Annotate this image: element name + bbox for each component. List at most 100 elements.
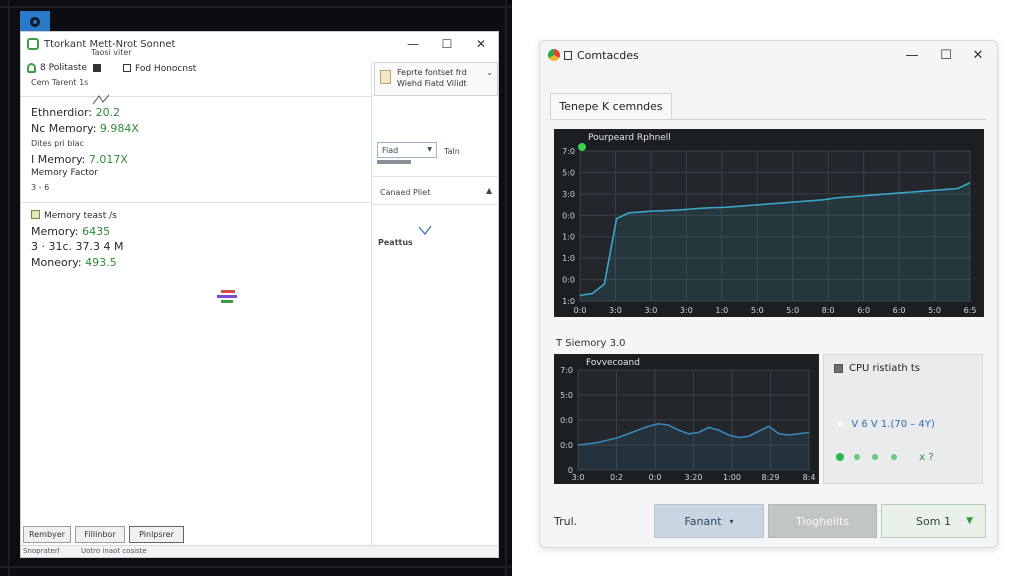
y-tick-label: 0:0 [560,441,573,450]
cpu-icon [834,364,843,373]
stat-row: Nc Memory: 9.984X [31,122,139,135]
close-button[interactable]: ✕ [464,32,498,56]
caret-down-icon: ▼ [427,146,432,153]
status-left: Snopraterl [23,547,60,555]
y-tick-label: 0:0 [560,416,573,425]
minimize-button[interactable]: — [895,43,929,67]
chart-icon [31,210,40,219]
stat-row: Ethnerdior: 20.2 [31,106,121,119]
status-right: Uotro inaot cosiste [81,547,147,555]
x-tick-label: 5:0 [751,306,764,315]
panel-select[interactable]: Fiad ▼ [377,142,437,158]
status-dot-icon [853,454,860,460]
select-label: Taln [444,147,460,156]
color-bars-icon [217,290,237,303]
square-icon [93,64,101,72]
user-icon [27,63,36,73]
toolbar-item-profile[interactable]: 8 Politaste [27,63,101,73]
tab-commands[interactable]: Tenepe K cemndes [550,93,672,119]
maximize-button[interactable]: ☐ [929,43,963,67]
chevron-down-icon: ⌄ [486,68,493,77]
check-icon [418,225,432,235]
desktop-gridline [0,6,512,8]
x-tick-label: 8:4 [803,473,816,482]
cpu-panel-title: CPU ristiath ts [849,363,921,374]
x-tick-label: 3:0 [680,306,693,315]
secondary-line-chart: 7:05:00:00:003:0 0:2 0:0 3:20 1:00 8:29 8:4Fov… [554,354,819,484]
doc-line: Wiehd Fiatd Vilidt [397,79,467,88]
y-tick-label: 7:0 [560,366,573,375]
toolbar-item-honocnst[interactable]: Fod Honocnst [123,64,196,74]
y-tick-label: 1:0 [562,297,575,306]
left-window-subtitle: Taosi viter [91,48,132,57]
legend-dot [578,143,586,151]
status-dot-icon [836,453,844,461]
select-underline [377,160,411,164]
app-logo-icon [548,49,560,61]
x-tick-label: 3:0 [572,473,585,482]
right-window-titlebar[interactable]: Comtacdes — ☐ ✕ [540,41,997,69]
x-tick-label: 8:29 [762,473,780,482]
x-tick-label: 8:0 [822,306,835,315]
divider [21,96,371,97]
star-icon: ★ [836,419,845,430]
document-icon [380,70,391,84]
desktop-background: Ttorkant Mett-Nrot Sonnet Taosi viter — … [0,0,512,576]
memory-row: 3 · 31c. 37.3 4 M [31,240,124,253]
legend-label: Pourpeard Rphnell [588,133,671,143]
caret-down-icon: ▼ [966,516,973,526]
y-tick-label: 1:0 [562,254,575,263]
document-selector[interactable]: Feprte fontset frd Wiehd Fiatd Vilidt ⌄ [374,62,498,96]
divider [21,202,371,203]
desktop-gridline [8,0,10,576]
fanant-dropdown-button[interactable]: Fanant ▾ [654,504,764,538]
left-window: Ttorkant Mett-Nrot Sonnet Taosi viter — … [20,31,499,558]
x-tick-label: 5:0 [928,306,941,315]
y-tick-label: 0:0 [562,276,575,285]
som-dropdown-button[interactable]: Som 1 ▼ [881,504,986,538]
tiogheilts-button[interactable]: Tiogheilts [768,504,877,538]
x-tick-label: 1:00 [723,473,741,482]
panel-section-label: Canaed Pliet [380,188,431,197]
legend-label: Fovvecoand [586,358,640,368]
x-tick-label: 1:0 [715,306,728,315]
chevron-up-icon[interactable]: ▲ [486,186,492,195]
x-tick-label: 0:0 [649,473,662,482]
box-icon [564,50,572,60]
status-bar: Snopraterl Uotro inaot cosiste [21,545,498,557]
button-fillinbor[interactable]: Fillinbor [75,526,125,543]
x-tick-label: 3:20 [685,473,703,482]
button-rembyer[interactable]: Rembyer [23,526,71,543]
status-dot-icon [872,454,879,460]
right-side-panel: Feprte fontset frd Wiehd Fiatd Vilidt ⌄ F… [371,62,498,557]
desktop-app-icon[interactable] [20,11,50,33]
memory-factor-label: Memory Factor [31,168,99,178]
y-tick-label: 0:0 [562,211,575,220]
small-note: 3 - 6 [31,183,50,192]
circle-icon [30,17,40,27]
right-window-title: Comtacdes [577,48,639,62]
cursor-mark-icon [92,94,110,105]
chart-section-label: T Siemory 3.0 [556,338,626,349]
minimize-button[interactable]: — [396,32,430,56]
caret-down-icon: ▾ [729,516,734,526]
button-pinlpsrer[interactable]: Pinlpsrer [129,526,184,543]
cpu-status-row: x ? [836,452,934,463]
x-tick-label: 6:0 [893,306,906,315]
grid-icon [123,64,131,72]
memory-row: Moneory: 493.5 [31,256,117,269]
left-window-titlebar[interactable]: Ttorkant Mett-Nrot Sonnet Taosi viter — … [21,32,498,57]
doc-line: Feprte fontset frd [397,68,467,77]
x-tick-label: 0:2 [610,473,623,482]
y-tick-label: 5:0 [560,391,573,400]
divider [372,204,498,205]
maximize-button[interactable]: ☐ [430,32,464,56]
desktop-gridline [505,0,507,576]
right-window: Comtacdes — ☐ ✕ Tenepe K cemndes 7:0 5:0 3… [539,40,998,548]
desktop-gridline [0,566,512,568]
status-dot-icon [890,454,897,460]
close-button[interactable]: ✕ [961,43,995,67]
memory-row: Memory: 6435 [31,225,111,238]
y-tick-label: 7:0 [562,147,575,156]
y-tick-label: 1:0 [562,233,575,242]
